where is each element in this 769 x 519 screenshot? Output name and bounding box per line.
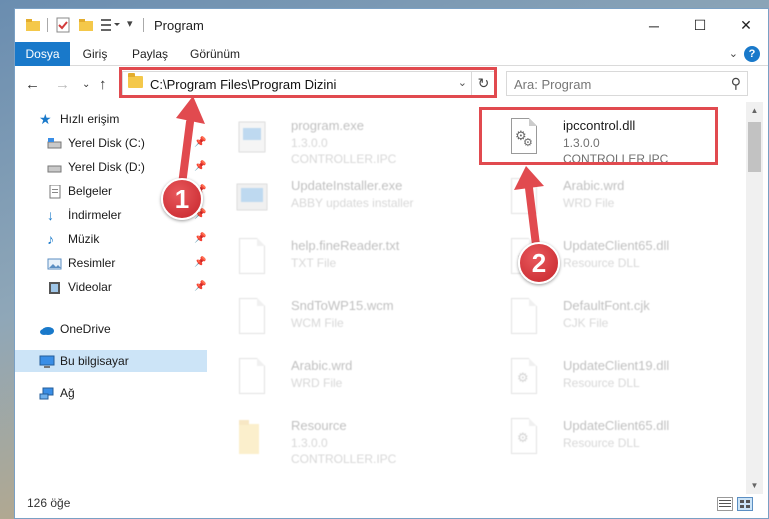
- window-title: Program: [154, 18, 204, 33]
- network-icon: [39, 386, 54, 400]
- separator: [143, 18, 144, 32]
- status-bar: 126 öğe: [15, 494, 768, 518]
- recent-locations-icon[interactable]: ⌄: [82, 79, 90, 90]
- maximize-button[interactable]: ☐: [677, 9, 723, 42]
- drive-icon: [47, 136, 62, 150]
- vertical-scrollbar[interactable]: ▲ ▼: [746, 102, 763, 494]
- step-marker-1: 1: [161, 178, 203, 220]
- video-icon: [47, 280, 62, 294]
- pin-icon: 📌: [194, 257, 207, 268]
- computer-icon: [39, 354, 55, 368]
- search-icon[interactable]: ⚲: [731, 75, 741, 92]
- document-icon: [507, 176, 541, 220]
- sidebar-item-network[interactable]: Ağ: [15, 382, 207, 404]
- scroll-down-icon[interactable]: ▼: [746, 477, 763, 494]
- navigation-pane: ★ Hızlı erişim Yerel Disk (C:) 📌 Yerel D…: [15, 102, 210, 494]
- sidebar-item-videos[interactable]: Videolar 📌: [15, 276, 207, 298]
- sidebar-item-music[interactable]: ♪ Müzik 📌: [15, 228, 207, 250]
- dll-file-icon: ⚙: [507, 416, 541, 460]
- view-options-icon[interactable]: [100, 17, 120, 33]
- sidebar-item-onedrive[interactable]: OneDrive: [15, 318, 207, 340]
- document-icon: [235, 296, 269, 340]
- pin-icon: 📌: [194, 161, 207, 172]
- drive-icon: [47, 160, 62, 174]
- file-tile-arabic-wrd-2[interactable]: Arabic.wrd WRD File: [211, 350, 451, 410]
- search-input[interactable]: Ara: Program: [514, 77, 591, 92]
- pin-icon: 📌: [194, 137, 207, 148]
- search-box[interactable]: Ara: Program ⚲: [506, 71, 748, 96]
- customize-toolbar-icon[interactable]: ▾: [127, 17, 143, 33]
- file-tile-resource[interactable]: Resource 1.3.0.0 CONTROLLER.IPC: [211, 410, 451, 470]
- sidebar-item-local-disk-c[interactable]: Yerel Disk (C:) 📌: [15, 132, 207, 154]
- sidebar-item-local-disk-d[interactable]: Yerel Disk (D:) 📌: [15, 156, 207, 178]
- help-icon[interactable]: ?: [744, 46, 760, 62]
- step-marker-2: 2: [518, 242, 560, 284]
- item-count: 126 öğe: [27, 496, 71, 510]
- address-bar-highlight: [119, 67, 497, 98]
- tab-paylas[interactable]: Paylaş: [125, 42, 175, 66]
- tab-dosya[interactable]: Dosya: [15, 42, 70, 66]
- file-tile-help-txt[interactable]: help.fineReader.txt TXT File: [211, 230, 451, 290]
- title-bar: ▾ Program ─ ☐ ✕: [15, 9, 768, 42]
- sidebar-item-quick-access[interactable]: ★ Hızlı erişim: [15, 108, 207, 130]
- download-icon: ↓: [47, 207, 54, 223]
- properties-icon[interactable]: [55, 17, 71, 33]
- pin-icon: 📌: [194, 233, 207, 244]
- documents-icon: [47, 184, 62, 199]
- file-tile-updateinstaller-exe[interactable]: UpdateInstaller.exe ABBY updates install…: [211, 170, 451, 230]
- forward-button[interactable]: →: [55, 76, 70, 93]
- back-button[interactable]: ←: [25, 76, 40, 93]
- star-icon: ★: [39, 111, 52, 127]
- music-icon: ♪: [47, 231, 54, 247]
- pictures-icon: [47, 256, 62, 270]
- cloud-icon: [39, 322, 54, 336]
- file-tile-program-exe[interactable]: program.exe 1.3.0.0 CONTROLLER.IPC: [211, 110, 451, 170]
- close-button[interactable]: ✕: [723, 9, 768, 42]
- new-folder-icon[interactable]: [78, 17, 94, 33]
- exe-file-icon: [235, 116, 269, 160]
- separator: [47, 18, 48, 32]
- scroll-up-icon[interactable]: ▲: [746, 102, 763, 119]
- minimize-button[interactable]: ─: [631, 9, 677, 42]
- pin-icon: 📌: [194, 281, 207, 292]
- up-button[interactable]: ↑: [99, 76, 107, 93]
- file-tile-updateclient19-dll[interactable]: ⚙ UpdateClient19.dll Resource DLL: [483, 350, 723, 410]
- ribbon-tabs: Dosya Giriş Paylaş Görünüm ⌄ ?: [15, 42, 768, 66]
- tab-giris[interactable]: Giriş: [76, 42, 114, 66]
- sidebar-item-this-pc[interactable]: Bu bilgisayar: [15, 350, 207, 372]
- file-highlight: [479, 107, 718, 165]
- file-tile-defaultfont-cjk[interactable]: DefaultFont.cjk CJK File: [483, 290, 723, 350]
- file-tile-sndtowp15-wcm[interactable]: SndToWP15.wcm WCM File: [211, 290, 451, 350]
- folder-icon: [235, 416, 269, 460]
- sidebar-item-pictures[interactable]: Resimler 📌: [15, 252, 207, 274]
- document-icon: [507, 296, 541, 340]
- document-icon: [235, 356, 269, 400]
- folder-icon: [25, 17, 41, 33]
- scroll-thumb[interactable]: [748, 122, 761, 172]
- expand-ribbon-icon[interactable]: ⌄: [729, 47, 738, 60]
- dll-file-icon: ⚙: [507, 356, 541, 400]
- tab-gorunum[interactable]: Görünüm: [185, 42, 245, 66]
- exe-file-icon: [235, 176, 269, 220]
- file-tile-updateclient65-dll-2[interactable]: ⚙ UpdateClient65.dll Resource DLL: [483, 410, 723, 470]
- file-tile-arabic-wrd[interactable]: Arabic.wrd WRD File: [483, 170, 723, 230]
- large-icons-view-icon[interactable]: [737, 497, 753, 511]
- details-view-icon[interactable]: [717, 497, 733, 511]
- document-icon: [235, 236, 269, 280]
